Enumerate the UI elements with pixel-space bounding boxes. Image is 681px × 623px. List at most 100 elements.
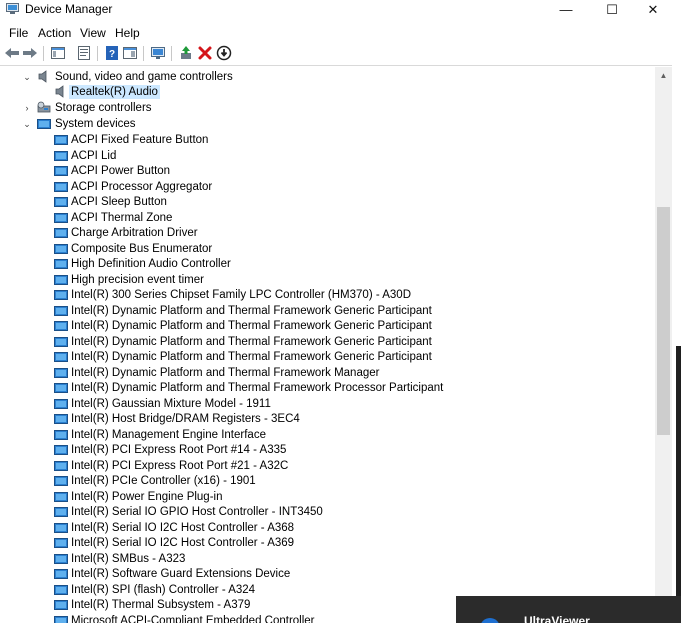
device-label: Intel(R) Serial IO GPIO Host Controller …: [71, 506, 323, 518]
device-label: ACPI Power Button: [71, 165, 171, 177]
device-item[interactable]: Intel(R) Dynamic Platform and Thermal Fr…: [0, 303, 655, 319]
svg-text:?: ?: [109, 49, 115, 60]
device-label: Intel(R) Host Bridge/DRAM Registers - 3E…: [71, 413, 300, 425]
system-device-icon: [54, 459, 68, 472]
collapse-chevron-icon[interactable]: ⌄: [22, 70, 32, 84]
system-device-icon: [54, 397, 68, 410]
device-item[interactable]: ACPI Fixed Feature Button: [0, 132, 655, 148]
toolbar-separator: [143, 46, 144, 61]
toolbar: ?: [0, 43, 681, 66]
device-item[interactable]: Intel(R) 300 Series Chipset Family LPC C…: [0, 287, 655, 303]
disable-device-icon[interactable]: [216, 45, 232, 61]
system-device-icon: [54, 211, 68, 224]
maximize-button[interactable]: ☐: [589, 0, 635, 20]
help-icon[interactable]: ?: [104, 45, 120, 61]
menu-file[interactable]: File: [6, 25, 31, 41]
system-device-icon: [54, 428, 68, 441]
device-item[interactable]: Intel(R) Dynamic Platform and Thermal Fr…: [0, 349, 655, 365]
device-item[interactable]: Intel(R) Serial IO I2C Host Controller -…: [0, 535, 655, 551]
window-title: Device Manager: [25, 2, 113, 16]
device-label: ACPI Thermal Zone: [71, 211, 173, 224]
menu-action[interactable]: Action: [35, 25, 74, 41]
system-device-icon: [54, 598, 68, 611]
system-device-icon: [54, 505, 68, 518]
device-item[interactable]: Intel(R) Dynamic Platform and Thermal Fr…: [0, 334, 655, 350]
device-item[interactable]: Intel(R) Host Bridge/DRAM Registers - 3E…: [0, 411, 655, 427]
system-device-icon: [54, 242, 68, 255]
device-item[interactable]: Intel(R) Power Engine Plug-in: [0, 489, 655, 505]
uninstall-device-icon[interactable]: [197, 45, 213, 61]
category-storage-controllers[interactable]: › Storage controllers: [0, 100, 655, 116]
device-label: Intel(R) SMBus - A323: [71, 552, 186, 565]
system-device-icon: [54, 583, 68, 596]
forward-icon[interactable]: [22, 45, 38, 61]
category-label: Storage controllers: [55, 102, 152, 114]
device-item[interactable]: ACPI Power Button: [0, 163, 655, 179]
device-item[interactable]: Intel(R) Dynamic Platform and Thermal Fr…: [0, 318, 655, 334]
device-label: High precision event timer: [71, 273, 204, 286]
scan-hardware-icon[interactable]: [150, 45, 166, 61]
device-label: Intel(R) Software Guard Extensions Devic…: [71, 568, 291, 580]
system-device-icon: [54, 567, 68, 580]
device-label: Intel(R) Dynamic Platform and Thermal Fr…: [71, 320, 432, 332]
device-label: Composite Bus Enumerator: [71, 242, 213, 255]
device-manager-icon: [6, 3, 19, 15]
system-device-icon: [54, 335, 68, 348]
scroll-up-arrow-icon[interactable]: ▲: [655, 67, 672, 84]
device-item[interactable]: ACPI Processor Aggregator: [0, 179, 655, 195]
device-item[interactable]: Intel(R) Dynamic Platform and Thermal Fr…: [0, 365, 655, 381]
system-device-icon: [54, 350, 68, 363]
menu-bar: File Action View Help: [0, 24, 681, 42]
device-label: Intel(R) SPI (flash) Controller - A324: [71, 583, 256, 596]
expand-chevron-icon[interactable]: ›: [22, 101, 32, 115]
device-item[interactable]: ACPI Thermal Zone: [0, 210, 655, 226]
device-item-realtek-audio[interactable]: Realtek(R) Audio: [0, 84, 655, 100]
popup-title: UltraViewer: [524, 614, 590, 623]
properties-icon[interactable]: [76, 45, 92, 61]
device-label: ACPI Processor Aggregator: [71, 180, 213, 193]
category-system-devices[interactable]: ⌄ System devices: [0, 116, 655, 132]
device-item[interactable]: ACPI Lid: [0, 148, 655, 164]
system-device-icon: [54, 257, 68, 270]
system-device-icon: [54, 273, 68, 286]
ultraviewer-popup[interactable]: UltraViewer: [456, 596, 681, 623]
update-driver-icon[interactable]: [178, 45, 194, 61]
close-button[interactable]: ✕: [630, 0, 676, 20]
system-device-icon: [54, 304, 68, 317]
device-item[interactable]: Intel(R) Gaussian Mixture Model - 1911: [0, 396, 655, 412]
vertical-scrollbar[interactable]: ▲: [655, 67, 672, 623]
device-item[interactable]: Intel(R) Software Guard Extensions Devic…: [0, 566, 655, 582]
device-item[interactable]: Composite Bus Enumerator: [0, 241, 655, 257]
speaker-icon: [37, 70, 51, 83]
device-label: Intel(R) Dynamic Platform and Thermal Fr…: [71, 366, 380, 379]
device-item[interactable]: High Definition Audio Controller: [0, 256, 655, 272]
category-sound-video-game[interactable]: ⌄ Sound, video and game controllers: [0, 69, 655, 85]
collapse-chevron-icon[interactable]: ⌄: [22, 117, 32, 131]
device-item[interactable]: Intel(R) PCIe Controller (x16) - 1901: [0, 473, 655, 489]
category-label: Sound, video and game controllers: [55, 71, 233, 83]
action-pane-icon[interactable]: [122, 45, 138, 61]
menu-view[interactable]: View: [77, 25, 109, 41]
device-item[interactable]: Intel(R) Management Engine Interface: [0, 427, 655, 443]
minimize-button[interactable]: —: [543, 0, 589, 20]
device-item[interactable]: Intel(R) Serial IO GPIO Host Controller …: [0, 504, 655, 520]
show-hide-console-tree-icon[interactable]: [50, 45, 66, 61]
system-device-icon: [54, 319, 68, 332]
device-item[interactable]: Intel(R) PCI Express Root Port #14 - A33…: [0, 442, 655, 458]
back-icon[interactable]: [4, 45, 20, 61]
device-label: Charge Arbitration Driver: [71, 227, 198, 239]
system-device-icon: [54, 288, 68, 301]
scroll-thumb[interactable]: [657, 207, 670, 435]
device-item[interactable]: ACPI Sleep Button: [0, 194, 655, 210]
device-label: Realtek(R) Audio: [69, 85, 160, 99]
device-tree[interactable]: ⌄ Sound, video and game controllers Real…: [0, 67, 655, 623]
device-item[interactable]: Intel(R) Dynamic Platform and Thermal Fr…: [0, 380, 655, 396]
device-label: Intel(R) Dynamic Platform and Thermal Fr…: [71, 351, 432, 363]
menu-help[interactable]: Help: [112, 25, 143, 41]
device-item[interactable]: High precision event timer: [0, 272, 655, 288]
device-item[interactable]: Intel(R) SMBus - A323: [0, 551, 655, 567]
device-item[interactable]: Charge Arbitration Driver: [0, 225, 655, 241]
system-device-icon: [54, 412, 68, 425]
device-item[interactable]: Intel(R) Serial IO I2C Host Controller -…: [0, 520, 655, 536]
device-item[interactable]: Intel(R) PCI Express Root Port #21 - A32…: [0, 458, 655, 474]
